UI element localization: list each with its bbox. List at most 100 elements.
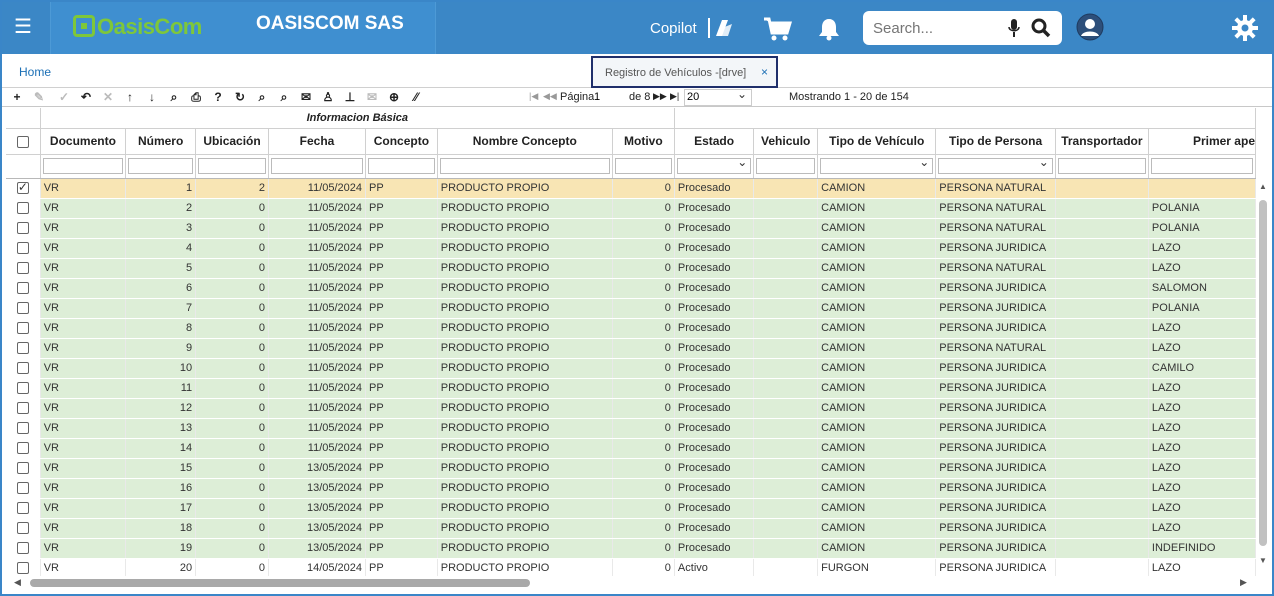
- undo-icon[interactable]: ↶: [79, 90, 93, 104]
- table-row[interactable]: VR 6 0 11/05/2024 PP PRODUCTO PROPIO 0 Procesad…: [6, 278, 1256, 299]
- zoom-out-icon[interactable]: ⌕: [277, 90, 291, 104]
- user-icon[interactable]: ♙: [321, 90, 335, 104]
- table-row[interactable]: VR 12 0 11/05/2024 PP PRODUCTO PROPIO 0 Procesa…: [6, 398, 1256, 419]
- prev-page-icon[interactable]: ◀◀: [543, 91, 557, 102]
- row-checkbox[interactable]: [16, 482, 29, 495]
- delete-icon[interactable]: ✕: [101, 90, 115, 104]
- table-row[interactable]: VR 2 0 11/05/2024 PP PRODUCTO PROPIO 0 Procesad…: [6, 198, 1256, 219]
- column-header[interactable]: Fecha: [268, 128, 367, 155]
- filter-input[interactable]: [1057, 158, 1146, 174]
- column-header[interactable]: Transportador: [1055, 128, 1149, 155]
- row-checkbox[interactable]: [16, 302, 29, 315]
- select-all-checkbox[interactable]: [16, 135, 29, 148]
- filter-input[interactable]: [1150, 158, 1253, 174]
- comment-icon[interactable]: ✉: [299, 90, 313, 104]
- column-header[interactable]: Primer ape: [1148, 128, 1256, 155]
- row-checkbox[interactable]: [16, 542, 29, 555]
- table-row[interactable]: VR 4 0 11/05/2024 PP PRODUCTO PROPIO 0 Procesad…: [6, 238, 1256, 259]
- move-up-icon[interactable]: ↑: [123, 90, 137, 104]
- row-checkbox[interactable]: [16, 222, 29, 235]
- filter-input[interactable]: [42, 158, 124, 174]
- row-checkbox[interactable]: [16, 282, 29, 295]
- filter-input[interactable]: [128, 158, 194, 174]
- move-down-icon[interactable]: ↓: [145, 90, 159, 104]
- row-checkbox[interactable]: [16, 342, 29, 355]
- filter-input[interactable]: [368, 158, 435, 174]
- print-icon[interactable]: ⎙: [189, 90, 203, 104]
- column-header[interactable]: Número: [125, 128, 197, 155]
- row-checkbox[interactable]: [16, 422, 29, 435]
- column-header[interactable]: Estado: [674, 128, 755, 155]
- row-checkbox[interactable]: [16, 382, 29, 395]
- save-icon[interactable]: ✓: [57, 90, 71, 104]
- row-checkbox[interactable]: [16, 322, 29, 335]
- table-row[interactable]: VR 19 0 13/05/2024 PP PRODUCTO PROPIO 0 Procesa…: [6, 538, 1256, 559]
- table-row[interactable]: VR 8 0 11/05/2024 PP PRODUCTO PROPIO 0 Procesad…: [6, 318, 1256, 339]
- copilot-label[interactable]: Copilot: [650, 20, 697, 37]
- filter-select[interactable]: [938, 155, 1053, 174]
- column-header[interactable]: Concepto: [365, 128, 438, 155]
- page-size-select[interactable]: 20: [684, 87, 752, 106]
- column-header[interactable]: Vehiculo: [753, 128, 819, 155]
- row-checkbox[interactable]: [16, 522, 29, 535]
- row-checkbox[interactable]: [16, 502, 29, 515]
- next-page-icon[interactable]: ▶▶: [653, 91, 667, 102]
- table-row[interactable]: VR 3 0 11/05/2024 PP PRODUCTO PROPIO 0 Procesad…: [6, 218, 1256, 239]
- horizontal-scroll-thumb[interactable]: [30, 579, 530, 587]
- row-checkbox[interactable]: [16, 402, 29, 415]
- filter-input[interactable]: [270, 158, 364, 174]
- table-row[interactable]: VR 17 0 13/05/2024 PP PRODUCTO PROPIO 0 Procesa…: [6, 498, 1256, 519]
- vertical-scroll-thumb[interactable]: [1259, 200, 1267, 546]
- search-icon[interactable]: [1031, 18, 1051, 38]
- row-checkbox[interactable]: [16, 362, 29, 375]
- microphone-icon[interactable]: [1007, 18, 1021, 38]
- home-link[interactable]: Home: [19, 65, 51, 79]
- column-header[interactable]: Ubicación: [195, 128, 269, 155]
- last-page-icon[interactable]: ▶|: [670, 91, 679, 102]
- row-checkbox[interactable]: [16, 202, 29, 215]
- pin-icon[interactable]: ⊥: [343, 90, 357, 104]
- add-icon[interactable]: +: [10, 90, 24, 104]
- zoom-in-icon[interactable]: ⌕: [255, 90, 269, 104]
- page-number-input[interactable]: [594, 89, 626, 105]
- scroll-left-icon[interactable]: ◀: [14, 577, 21, 588]
- first-page-icon[interactable]: |◀: [529, 91, 538, 102]
- column-header[interactable]: Tipo de Vehículo: [817, 128, 937, 155]
- filter-select[interactable]: [820, 155, 934, 174]
- filter-input[interactable]: [198, 158, 266, 174]
- settings-gear-icon[interactable]: [1232, 15, 1258, 41]
- hamburger-menu-icon[interactable]: ☰: [14, 17, 34, 37]
- horizontal-scrollbar[interactable]: ◀ ▶: [6, 576, 1256, 590]
- row-checkbox[interactable]: [16, 442, 29, 455]
- row-checkbox[interactable]: [16, 242, 29, 255]
- mail-icon[interactable]: ✉: [365, 90, 379, 104]
- filter-input[interactable]: [756, 158, 816, 174]
- row-checkbox[interactable]: [16, 562, 29, 575]
- help-icon[interactable]: ?: [211, 90, 225, 104]
- table-row[interactable]: VR 11 0 11/05/2024 PP PRODUCTO PROPIO 0 Procesa…: [6, 378, 1256, 399]
- table-row[interactable]: VR 18 0 13/05/2024 PP PRODUCTO PROPIO 0 Procesa…: [6, 518, 1256, 539]
- tab-registro-vehiculos[interactable]: Registro de Vehículos -[drve] ×: [591, 56, 778, 88]
- table-row[interactable]: VR 10 0 11/05/2024 PP PRODUCTO PROPIO 0 Procesa…: [6, 358, 1256, 379]
- search-input[interactable]: [873, 18, 1003, 38]
- add-circle-icon[interactable]: ⊕: [387, 90, 401, 104]
- table-row[interactable]: VR1211/05/2024PPPRODUCTO PROPIO0Procesad…: [6, 178, 1256, 199]
- find-icon[interactable]: ⌕: [167, 90, 181, 104]
- filter-input[interactable]: [439, 158, 610, 174]
- column-header[interactable]: Nombre Concepto: [437, 128, 613, 155]
- row-checkbox[interactable]: [16, 262, 29, 275]
- table-row[interactable]: VR 13 0 11/05/2024 PP PRODUCTO PROPIO 0 Procesa…: [6, 418, 1256, 439]
- row-checkbox[interactable]: [16, 462, 29, 475]
- refresh-icon[interactable]: ↻: [233, 90, 247, 104]
- oasiscom-logo[interactable]: OasisCom: [73, 14, 202, 40]
- filter-input[interactable]: [614, 158, 672, 174]
- resize-icon[interactable]: ⁄⁄: [409, 90, 423, 104]
- filter-select[interactable]: [676, 155, 752, 174]
- copilot-icon[interactable]: [708, 16, 734, 40]
- row-checkbox[interactable]: [16, 180, 29, 195]
- table-row[interactable]: VR 16 0 13/05/2024 PP PRODUCTO PROPIO 0 Procesa…: [6, 478, 1256, 499]
- vertical-scrollbar[interactable]: ▲ ▼: [1256, 180, 1270, 572]
- column-header[interactable]: Documento: [40, 128, 127, 155]
- table-row[interactable]: VR 7 0 11/05/2024 PP PRODUCTO PROPIO 0 Procesad…: [6, 298, 1256, 319]
- table-row[interactable]: VR 14 0 11/05/2024 PP PRODUCTO PROPIO 0 Procesa…: [6, 438, 1256, 459]
